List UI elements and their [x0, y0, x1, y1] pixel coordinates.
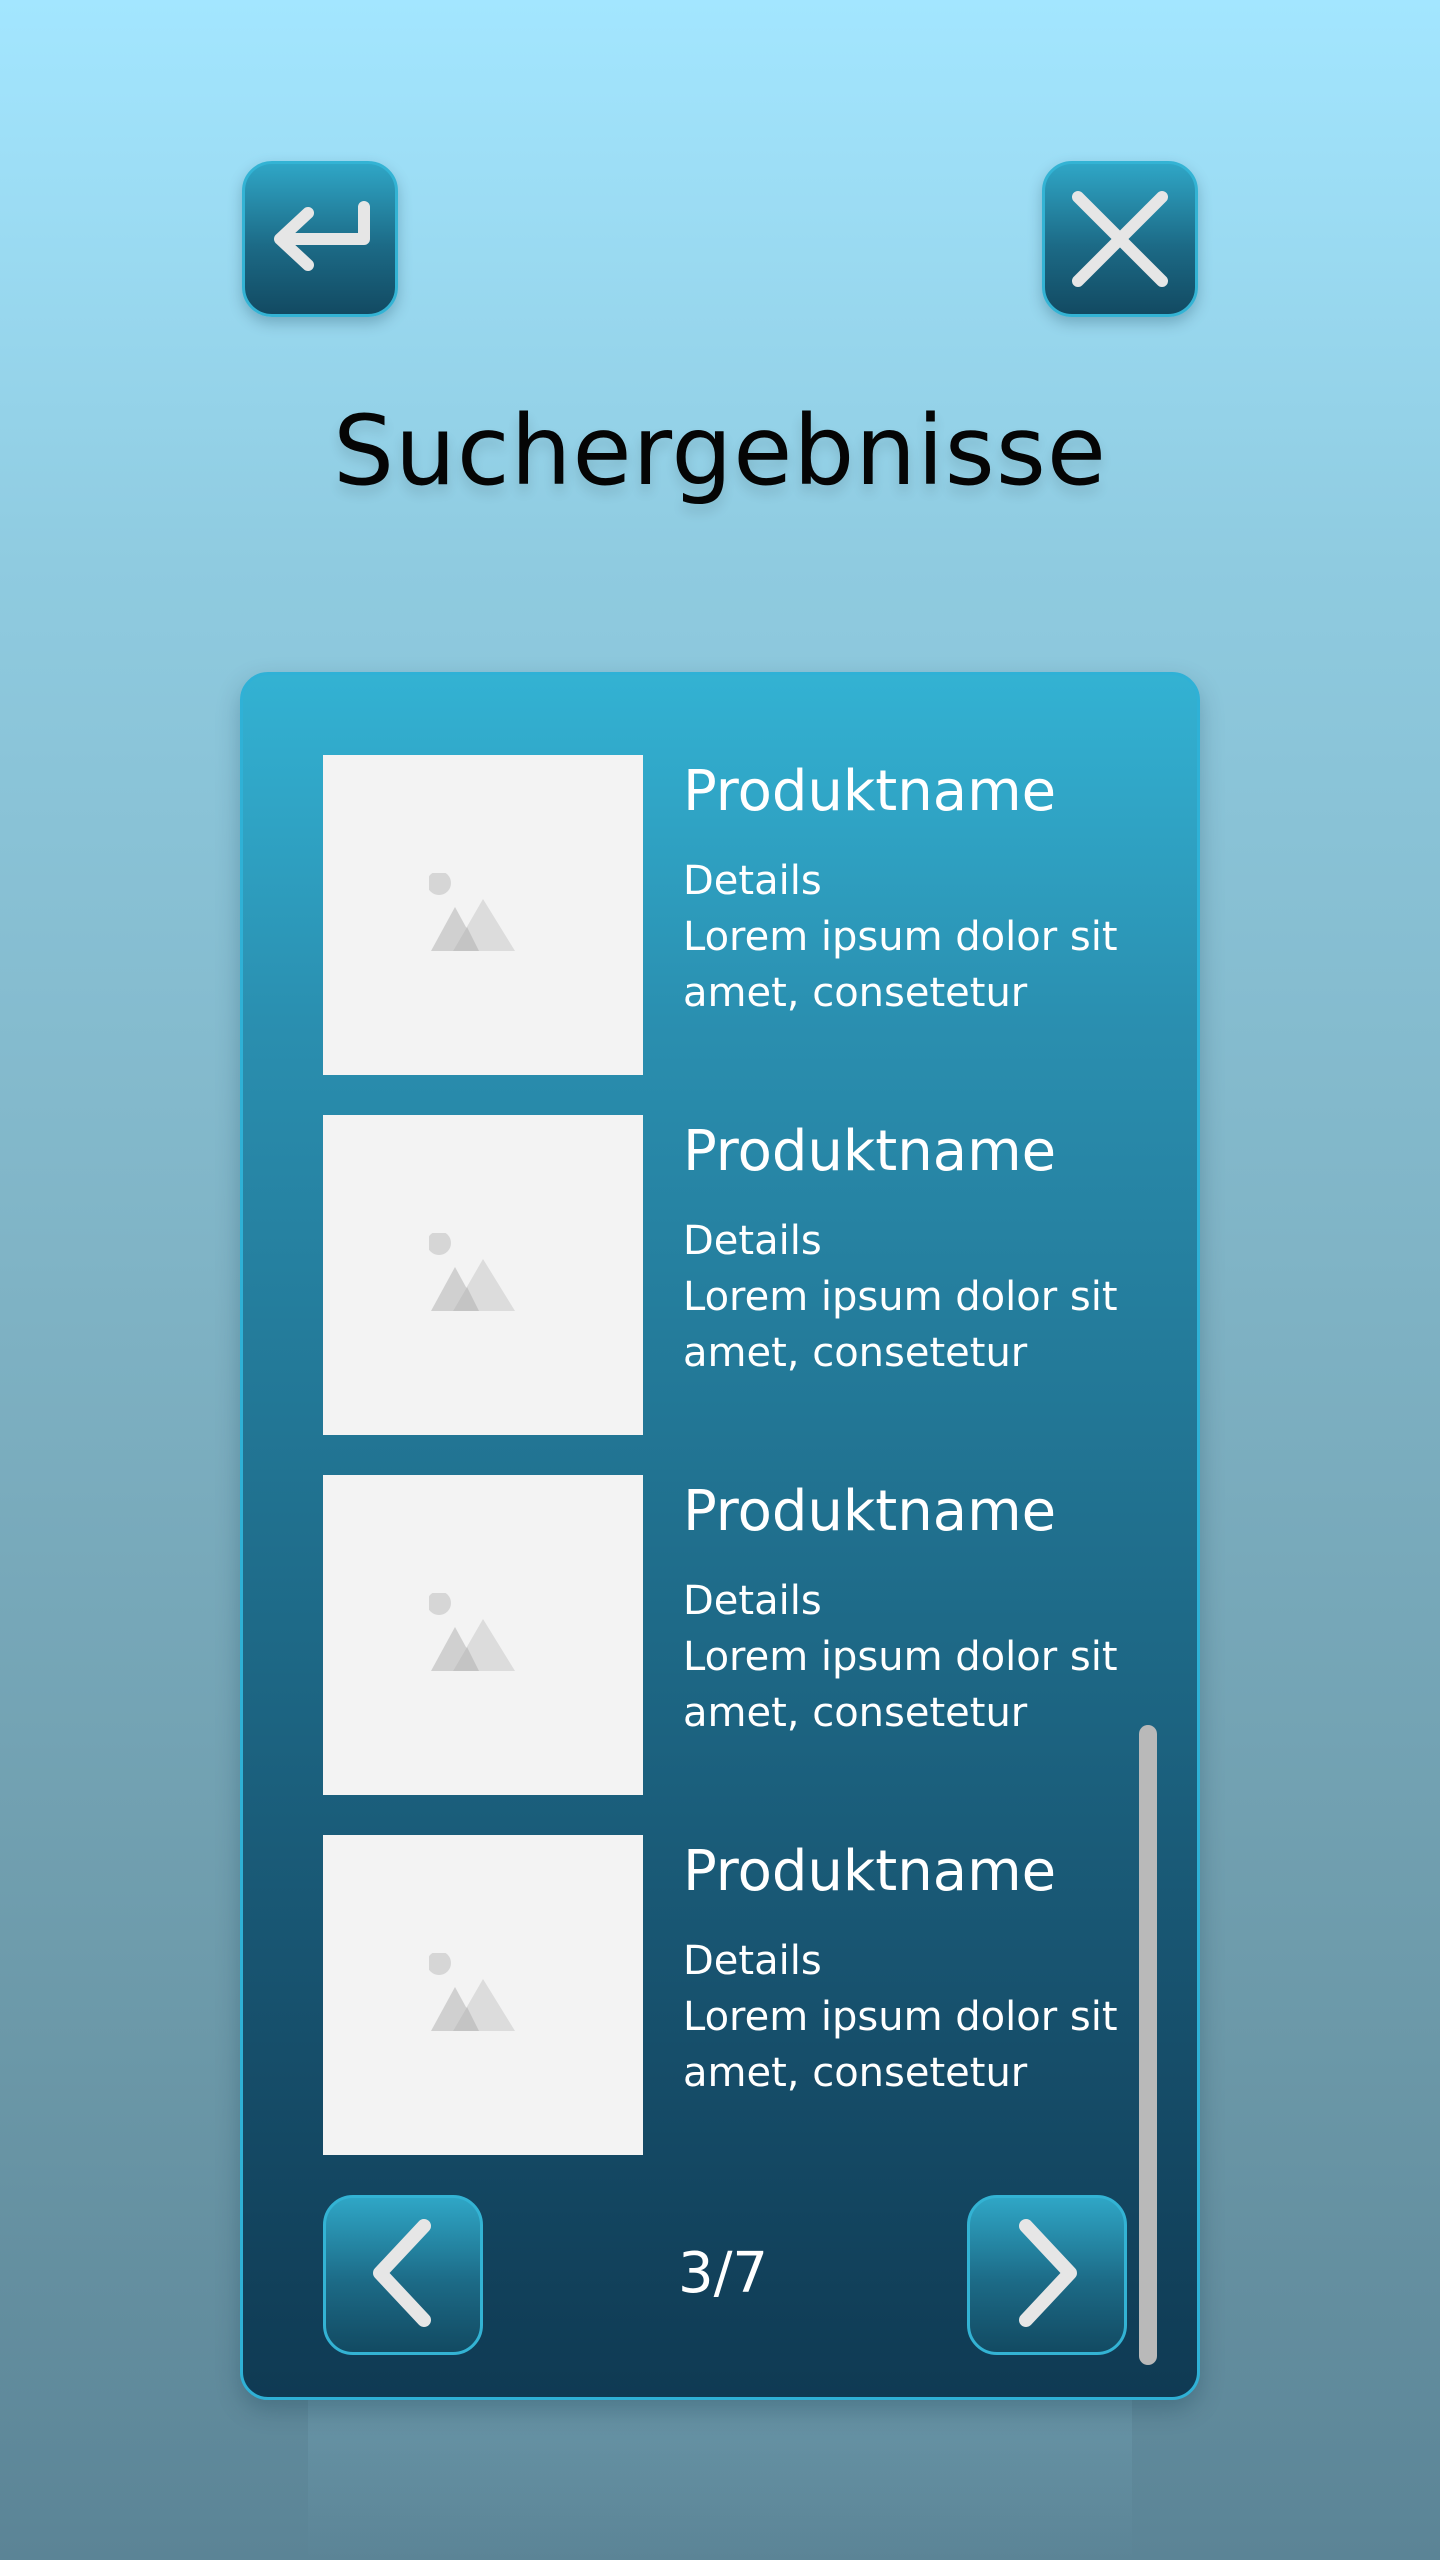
- product-image: [323, 755, 643, 1075]
- product-description: Lorem ipsum dolor sit amet, consetetur: [683, 914, 1118, 1016]
- image-placeholder-icon: [429, 1953, 515, 2031]
- return-arrow-icon: [268, 199, 372, 279]
- page-title: Suchergebnisse: [333, 395, 1107, 507]
- product-image: [323, 1835, 643, 2155]
- product-details-label: Details: [683, 1938, 822, 1984]
- result-item[interactable]: Produktname Details Lorem ipsum dolor si…: [323, 755, 1143, 1075]
- image-placeholder-icon: [429, 873, 515, 951]
- chevron-left-icon: [368, 2218, 438, 2332]
- image-placeholder-icon: [429, 1233, 515, 1311]
- results-panel: Produktname Details Lorem ipsum dolor si…: [240, 672, 1200, 2400]
- chevron-right-icon: [1012, 2218, 1082, 2332]
- result-item[interactable]: Produktname Details Lorem ipsum dolor si…: [323, 1115, 1143, 1435]
- product-details-label: Details: [683, 1218, 822, 1264]
- scrollbar[interactable]: [1139, 1725, 1157, 2365]
- product-details-label: Details: [683, 1578, 822, 1624]
- product-name: Produktname: [683, 1479, 1057, 1544]
- result-item[interactable]: Produktname Details Lorem ipsum dolor si…: [323, 1835, 1143, 2155]
- image-placeholder-icon: [429, 1593, 515, 1671]
- close-icon: [1070, 189, 1170, 289]
- product-description: Lorem ipsum dolor sit amet, consetetur: [683, 1634, 1118, 1736]
- product-description: Lorem ipsum dolor sit amet, consetetur: [683, 1994, 1118, 2096]
- product-name: Produktname: [683, 1839, 1057, 1904]
- product-name: Produktname: [683, 1119, 1057, 1184]
- page-indicator: 3/7: [677, 2241, 769, 2306]
- product-description: Lorem ipsum dolor sit amet, consetetur: [683, 1274, 1118, 1376]
- close-button[interactable]: [1042, 161, 1198, 317]
- next-page-button[interactable]: [967, 2195, 1127, 2355]
- product-name: Produktname: [683, 759, 1057, 824]
- back-button[interactable]: [242, 161, 398, 317]
- product-image: [323, 1115, 643, 1435]
- result-item[interactable]: Produktname Details Lorem ipsum dolor si…: [323, 1475, 1143, 1795]
- product-image: [323, 1475, 643, 1795]
- product-details-label: Details: [683, 858, 822, 904]
- previous-page-button[interactable]: [323, 2195, 483, 2355]
